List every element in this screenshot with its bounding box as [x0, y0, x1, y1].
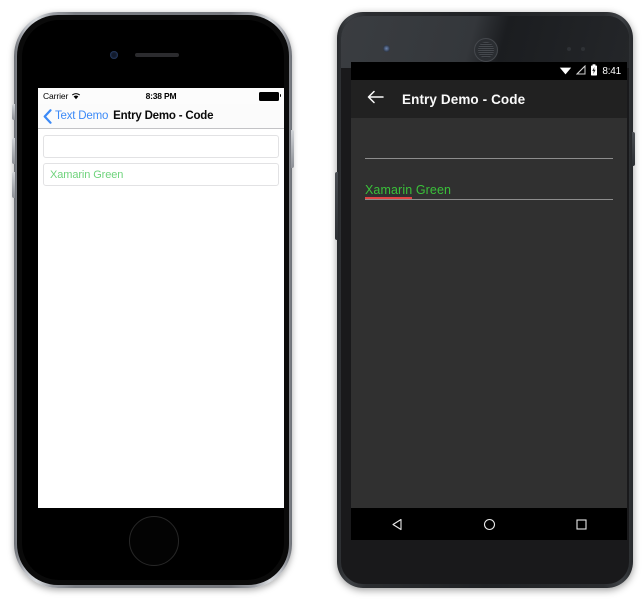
circle-home-icon[interactable] [467, 508, 511, 540]
signal-off-icon [576, 64, 586, 78]
android-volume-button[interactable] [335, 172, 338, 240]
back-button-label[interactable]: Text Demo [55, 110, 108, 122]
ios-status-bar: Carrier 8:38 PM [38, 88, 284, 104]
ios-entry-field-2[interactable]: Xamarin Green [43, 163, 279, 186]
android-device: 8:41 Entry Demo - Code Xamarin Green [335, 12, 635, 588]
ios-status-right [259, 91, 281, 101]
page-title: Entry Demo - Code [113, 110, 214, 122]
iphone-silent-switch[interactable] [12, 104, 15, 120]
iphone-frame: Carrier 8:38 PM Text Demo Entry Demo - C… [12, 12, 294, 588]
android-toolbar: Entry Demo - Code [351, 80, 627, 118]
android-frame: 8:41 Entry Demo - Code Xamarin Green [335, 12, 635, 588]
android-power-button[interactable] [632, 132, 635, 166]
android-content-area: Xamarin Green [351, 118, 627, 508]
proximity-sensor-icon [567, 47, 571, 51]
front-camera-icon [110, 51, 118, 59]
ios-clock: 8:38 PM [145, 91, 177, 101]
iphone-glass: Carrier 8:38 PM Text Demo Entry Demo - C… [22, 20, 284, 580]
ios-navigation-bar: Text Demo Entry Demo - Code [38, 104, 284, 129]
arrow-left-icon[interactable] [367, 90, 384, 109]
earpiece-speaker-icon [474, 38, 498, 62]
ios-entry-field-1[interactable] [43, 135, 279, 158]
square-recents-icon[interactable] [559, 508, 603, 540]
chevron-left-icon[interactable] [43, 108, 52, 124]
iphone-body: Carrier 8:38 PM Text Demo Entry Demo - C… [17, 15, 289, 585]
page-title: Entry Demo - Code [402, 91, 526, 107]
android-entry-2-text: Xamarin Green [365, 183, 452, 199]
iphone-volume-up-button[interactable] [12, 138, 15, 164]
android-bezel: 8:41 Entry Demo - Code Xamarin Green [341, 16, 629, 584]
iphone-device: Carrier 8:38 PM Text Demo Entry Demo - C… [12, 12, 294, 588]
android-entry-field-2[interactable]: Xamarin Green [365, 171, 613, 200]
wifi-icon [559, 65, 572, 78]
battery-full-icon [259, 91, 281, 101]
iphone-volume-down-button[interactable] [12, 172, 15, 198]
android-entry-field-1[interactable] [365, 130, 613, 159]
android-status-bar: 8:41 [351, 62, 627, 80]
front-camera-icon [383, 45, 390, 52]
iphone-home-button[interactable] [129, 516, 179, 566]
android-navigation-bar [351, 508, 627, 540]
light-sensor-icon [581, 47, 585, 51]
android-screen: 8:41 Entry Demo - Code Xamarin Green [351, 62, 627, 540]
ios-screen: Carrier 8:38 PM Text Demo Entry Demo - C… [38, 88, 284, 508]
iphone-power-button[interactable] [291, 130, 294, 168]
triangle-back-icon[interactable] [375, 508, 419, 540]
android-clock: 8:41 [602, 65, 621, 77]
misspelled-word: Xamarin [365, 183, 413, 199]
ios-content-area: Xamarin Green [38, 129, 284, 508]
battery-charging-icon [590, 63, 598, 79]
earpiece-speaker [135, 53, 179, 57]
ios-entry-2-text: Xamarin Green [50, 168, 124, 181]
android-entry-2-rest: Green [412, 183, 452, 197]
